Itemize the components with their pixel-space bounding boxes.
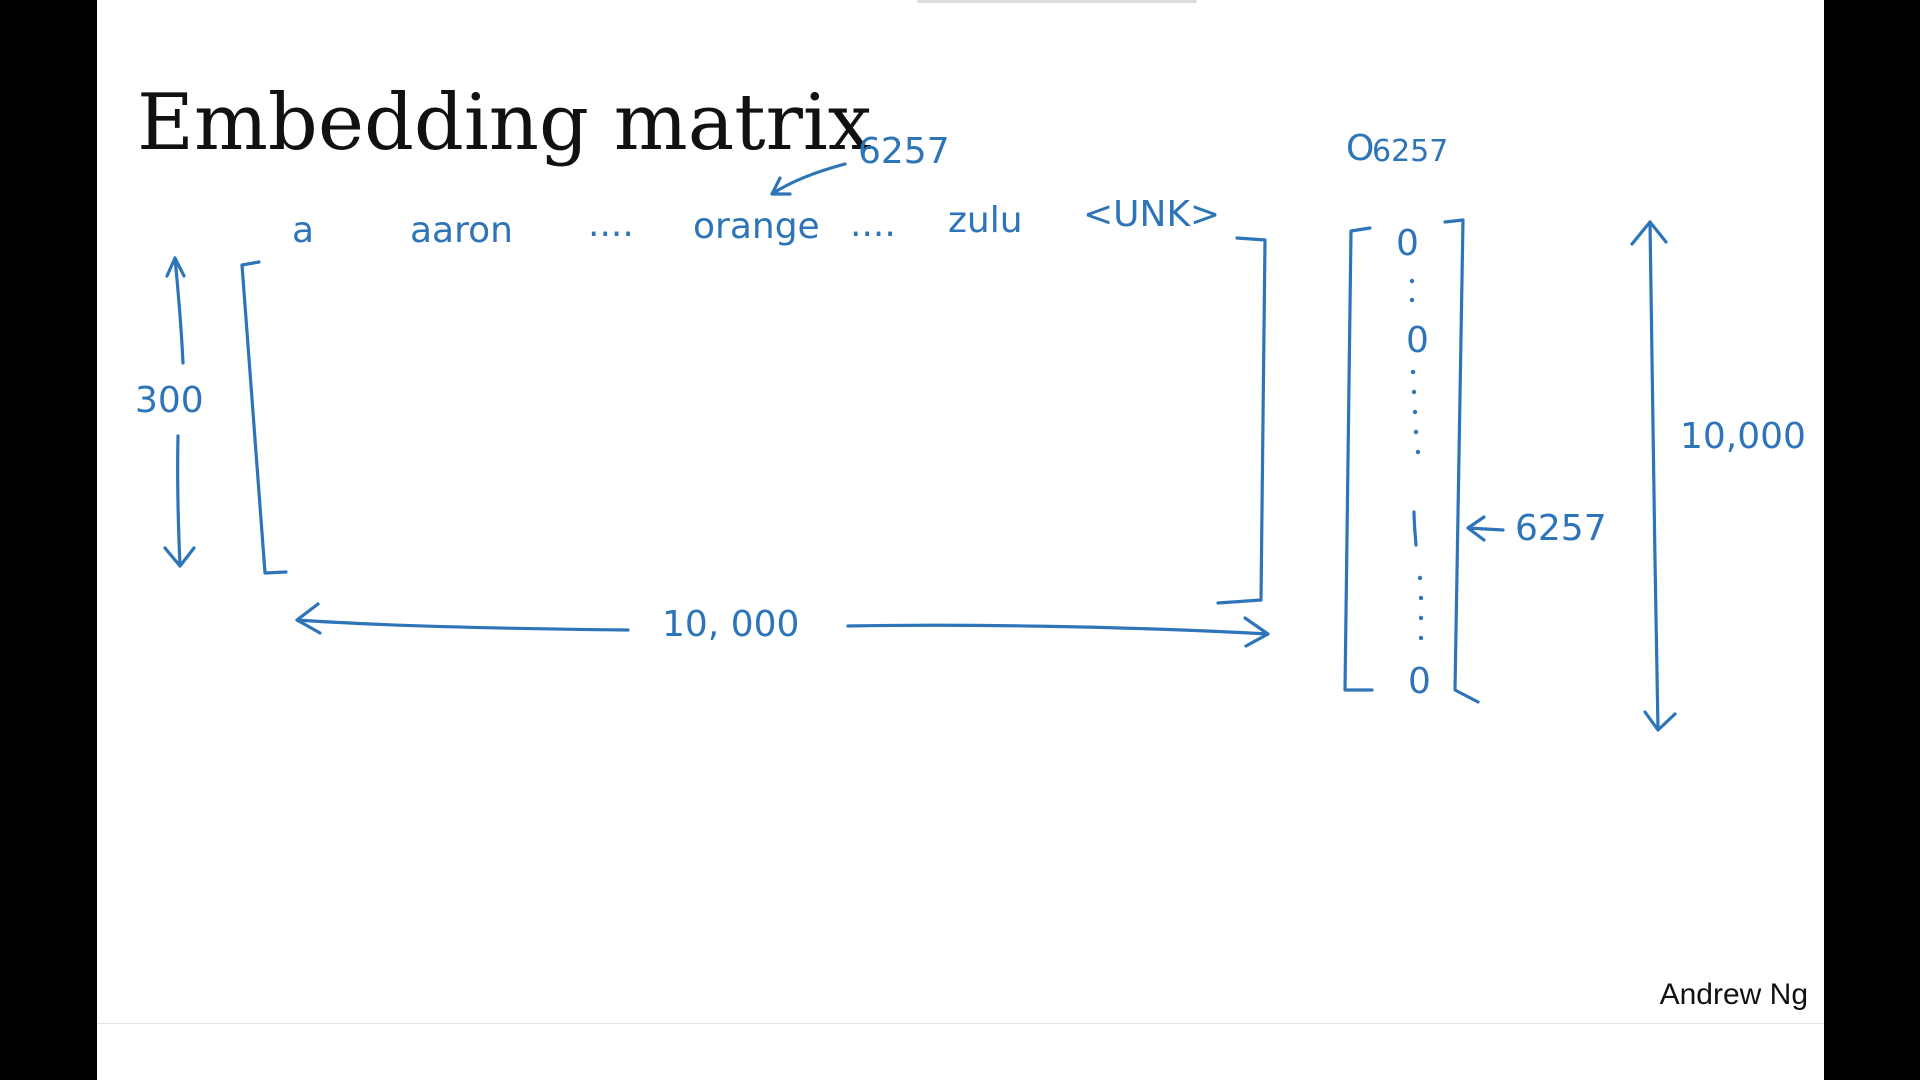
handwritten-annotations: 6257 a aaron .... orange .... zulu <UNK>… bbox=[135, 128, 1806, 732]
vocab-size-vertical-label: 10,000 bbox=[1680, 416, 1806, 457]
vocab-word: orange bbox=[693, 206, 820, 247]
vector-entry-zero: 0 bbox=[1396, 223, 1419, 264]
vector-right-bracket bbox=[1443, 218, 1480, 704]
vocab-size-horizontal-label: 10, 000 bbox=[662, 604, 799, 645]
index-pointer-label: 6257 bbox=[1515, 508, 1607, 549]
vocab-word: a bbox=[292, 210, 314, 251]
matrix-left-bracket bbox=[240, 260, 288, 575]
height-arrow-up bbox=[165, 256, 186, 365]
orange-index-label: 6257 bbox=[858, 131, 950, 172]
vector-entry-one bbox=[1412, 510, 1418, 547]
vector-entry-zero: 0 bbox=[1408, 661, 1431, 702]
vector-left-bracket bbox=[1343, 226, 1374, 692]
width-arrow-left bbox=[295, 602, 630, 635]
vocab-word: <UNK> bbox=[1083, 194, 1220, 235]
vocab-size-vertical-arrow bbox=[1630, 220, 1677, 732]
height-arrow-down bbox=[163, 434, 196, 568]
vocab-ellipsis: .... bbox=[850, 204, 896, 245]
embedding-dim-label: 300 bbox=[135, 380, 204, 421]
one-hot-label: O bbox=[1346, 128, 1374, 169]
matrix-right-bracket bbox=[1216, 236, 1267, 605]
index-pointer-arrow bbox=[1466, 515, 1505, 542]
vector-entry-zero: 0 bbox=[1406, 320, 1429, 361]
vocab-ellipsis: .... bbox=[588, 204, 634, 245]
width-arrow-right bbox=[846, 616, 1270, 648]
orange-index-arrow bbox=[770, 162, 847, 196]
vocab-word: aaron bbox=[410, 210, 513, 251]
vocab-word: zulu bbox=[948, 200, 1023, 241]
one-hot-subscript: 6257 bbox=[1372, 134, 1448, 169]
